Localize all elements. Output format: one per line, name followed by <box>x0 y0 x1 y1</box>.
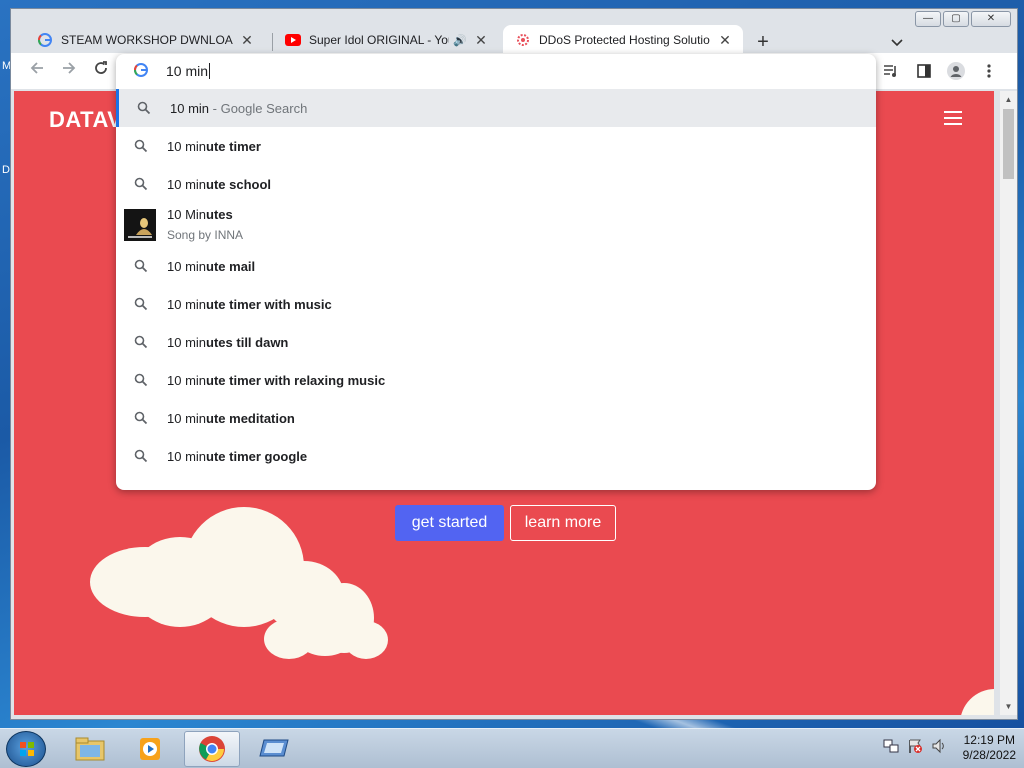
google-g-icon <box>37 32 53 48</box>
suggestion-text: 10 minute timer with relaxing music <box>167 372 386 388</box>
tab-title: Super Idol ORIGINAL - YouTu <box>309 33 449 47</box>
file-explorer-icon[interactable] <box>62 731 118 767</box>
tab-ddos-hosting[interactable]: DDoS Protected Hosting Solutio ✕ <box>503 25 743 55</box>
youtube-icon <box>285 32 301 48</box>
menu-kebab-icon[interactable] <box>979 62 999 80</box>
omnibox-dropdown: 10 min 10 min - Google Search 10 minute t… <box>116 54 876 490</box>
system-tray: 12:19 PM 9/28/2022 <box>883 733 1016 763</box>
suggestion-item[interactable]: 10 minute timer with relaxing music <box>116 361 876 399</box>
ddos-site-icon <box>515 32 531 48</box>
clock[interactable]: 12:19 PM 9/28/2022 <box>963 733 1016 763</box>
network-icon[interactable] <box>883 738 899 759</box>
suggestion-text: 10 min - Google Search <box>170 100 308 116</box>
audio-playing-icon[interactable]: 🔊 <box>453 34 467 47</box>
search-icon <box>134 139 148 153</box>
suggestion-item[interactable]: 10 minute timer with music <box>116 285 876 323</box>
cloud-illustration <box>960 689 994 715</box>
suggestion-item[interactable]: 10 minutes till dawn <box>116 323 876 361</box>
suggestion-text: 10 minute timer with music <box>167 296 332 312</box>
close-tab-icon[interactable]: ✕ <box>473 32 489 49</box>
suggestion-text: 10 minute school <box>167 176 272 192</box>
search-icon <box>134 373 148 387</box>
tab-strip: STEAM WORKSHOP DWNLOADE ✕ Super Idol ORI… <box>11 19 1017 55</box>
tab-steam-workshop[interactable]: STEAM WORKSHOP DWNLOADE ✕ <box>25 25 265 55</box>
tab-title: STEAM WORKSHOP DWNLOADE <box>61 33 233 47</box>
tab-super-idol[interactable]: Super Idol ORIGINAL - YouTu 🔊 ✕ <box>273 25 499 55</box>
volume-icon[interactable] <box>931 738 947 759</box>
suggestion-item[interactable]: 10 minute mail <box>116 247 876 285</box>
clock-date: 9/28/2022 <box>962 748 1016 762</box>
taskbar: 12:19 PM 9/28/2022 <box>0 728 1024 768</box>
search-icon <box>134 411 148 425</box>
suggestion-item[interactable]: 10 minute school <box>116 165 876 203</box>
forward-icon[interactable] <box>57 60 81 81</box>
hamburger-menu-icon[interactable] <box>944 111 962 129</box>
address-bar-text[interactable]: 10 min <box>166 63 211 79</box>
google-g-icon <box>133 63 148 80</box>
search-icon <box>134 259 148 273</box>
tab-search-icon[interactable] <box>891 35 903 50</box>
suggestion-song[interactable]: 10 Minutes Song by INNA <box>116 203 876 247</box>
tab-title: DDoS Protected Hosting Solutio <box>539 33 710 47</box>
page-scrollbar[interactable]: ▲ ▼ <box>1000 91 1017 715</box>
search-icon <box>134 335 148 349</box>
media-controls-icon[interactable] <box>881 62 901 80</box>
media-player-icon[interactable] <box>122 731 178 767</box>
suggestion-text: 10 minute timer google <box>167 448 308 464</box>
back-icon[interactable] <box>25 60 49 81</box>
clock-time: 12:19 PM <box>963 733 1015 747</box>
address-bar[interactable]: 10 min <box>116 54 876 88</box>
suggestion-text: 10 minute meditation <box>167 410 295 426</box>
cloud-illustration <box>344 621 388 659</box>
suggestion-text: 10 minutes till dawn <box>167 334 289 350</box>
suggestion-text: 10 minute timer <box>167 138 261 154</box>
reload-icon[interactable] <box>89 60 113 81</box>
close-tab-icon[interactable]: ✕ <box>717 32 733 49</box>
get-started-button[interactable]: get started <box>395 505 504 541</box>
start-button[interactable] <box>6 731 46 767</box>
desktop-text-fragment: D <box>2 164 10 176</box>
search-icon <box>137 101 151 115</box>
learn-more-button[interactable]: learn more <box>510 505 616 541</box>
scroll-thumb[interactable] <box>1003 109 1014 179</box>
profile-avatar-icon[interactable] <box>946 62 966 80</box>
scroll-down-icon[interactable]: ▼ <box>1000 702 1017 711</box>
new-tab-button[interactable]: + <box>751 31 775 54</box>
suggestion-item[interactable]: 10 minute meditation <box>116 399 876 437</box>
search-icon <box>134 297 148 311</box>
scroll-up-icon[interactable]: ▲ <box>1000 95 1017 104</box>
close-tab-icon[interactable]: ✕ <box>239 32 255 49</box>
side-panel-icon[interactable] <box>914 62 934 80</box>
suggestion-subtitle: Song by INNA <box>167 228 244 242</box>
search-icon <box>134 449 148 463</box>
action-center-flag-icon[interactable] <box>907 738 923 759</box>
suggestion-text: 10 minute mail <box>167 258 256 274</box>
suggestion-item[interactable]: 10 min - Google Search <box>116 89 876 127</box>
suggestion-item[interactable]: 10 minute timer <box>116 127 876 165</box>
chrome-icon[interactable] <box>184 731 240 767</box>
site-logo[interactable]: DATAV <box>49 107 122 133</box>
search-icon <box>134 177 148 191</box>
album-art-thumbnail <box>124 209 156 241</box>
remote-desktop-icon[interactable] <box>246 731 302 767</box>
suggestion-item[interactable]: 10 minute timer google <box>116 437 876 475</box>
suggestion-text: 10 Minutes <box>167 207 233 222</box>
